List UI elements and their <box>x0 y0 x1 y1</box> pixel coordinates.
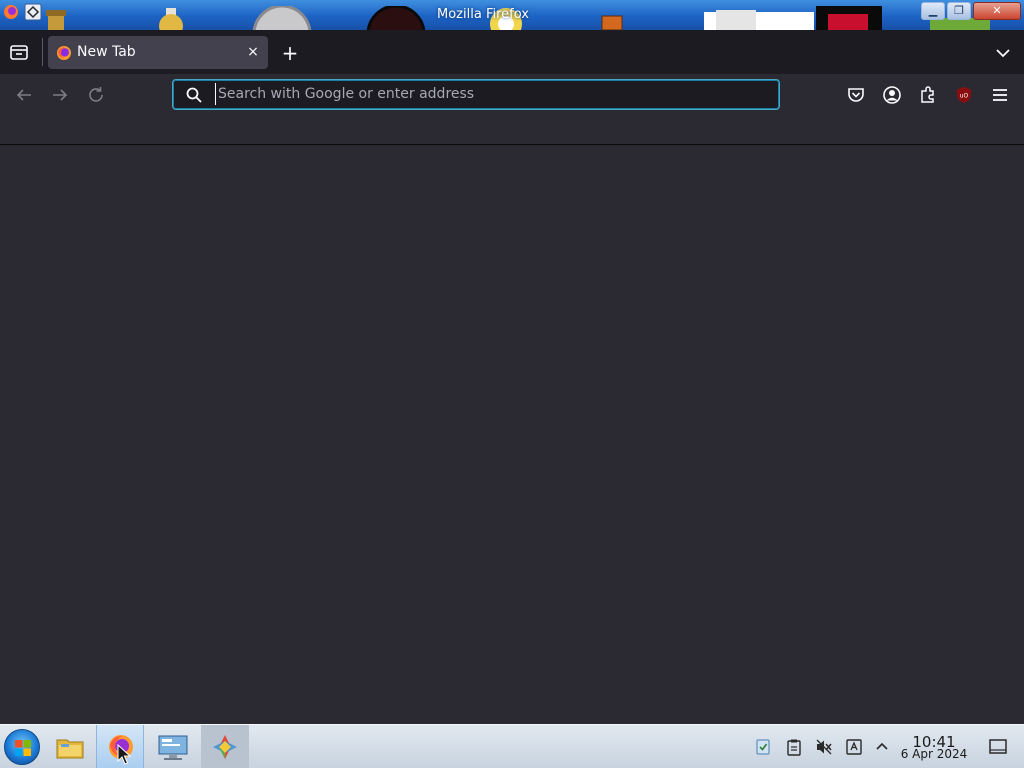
windows-logo-icon <box>15 740 31 756</box>
start-menu-button[interactable] <box>4 729 40 765</box>
tab-new-tab[interactable]: New Tab × <box>48 36 268 69</box>
show-desktop-icon[interactable] <box>988 738 1008 756</box>
bookmarks-toolbar <box>0 116 1024 145</box>
keyboard-layout-icon[interactable] <box>845 738 863 756</box>
clipboard-icon[interactable] <box>785 738 803 756</box>
minimize-button[interactable]: ▁ <box>921 2 945 20</box>
folder-icon <box>56 739 84 759</box>
firefox-view-icon[interactable] <box>8 42 30 62</box>
updates-tray-icon[interactable] <box>754 738 772 756</box>
new-tab-button[interactable]: + <box>279 42 301 64</box>
hamburger-menu-icon[interactable] <box>990 85 1010 105</box>
mouse-cursor-icon <box>117 744 131 765</box>
navigation-toolbar: uO <box>0 74 1024 116</box>
page-content[interactable] <box>0 145 1024 724</box>
clock-date[interactable]: 6 Apr 2024 <box>896 747 972 761</box>
tab-close-button[interactable]: × <box>244 43 262 61</box>
tab-separator <box>42 38 43 66</box>
back-arrow-icon[interactable] <box>13 84 35 106</box>
address-bar[interactable] <box>172 79 780 110</box>
volume-muted-icon[interactable] <box>815 738 833 756</box>
taskbar-app-launcher[interactable] <box>201 725 249 768</box>
window-title-bar[interactable]: Mozilla Firefox ▁ ❐ ✕ <box>0 0 1024 30</box>
firefox-favicon-icon <box>57 46 71 60</box>
address-input[interactable] <box>215 83 755 105</box>
tab-strip: New Tab × + <box>0 30 1024 74</box>
forward-arrow-icon[interactable] <box>49 84 71 106</box>
desktop: Mozilla Firefox ▁ ❐ ✕ New Tab × + Search… <box>0 0 1024 768</box>
ublock-origin-icon[interactable]: uO <box>954 85 974 105</box>
reload-icon[interactable] <box>85 84 107 106</box>
search-icon <box>186 87 202 103</box>
extensions-icon[interactable] <box>918 85 938 105</box>
taskbar-file-manager[interactable] <box>46 725 94 768</box>
tab-label: New Tab <box>77 44 136 60</box>
window-title: Mozilla Firefox <box>437 7 529 22</box>
close-window-button[interactable]: ✕ <box>973 2 1021 20</box>
taskbar-network-settings[interactable] <box>149 725 197 768</box>
chevron-down-icon[interactable] <box>992 43 1014 63</box>
app-launcher-icon <box>213 735 237 759</box>
chevron-up-icon[interactable] <box>873 738 891 756</box>
maximize-button[interactable]: ❐ <box>947 2 971 20</box>
taskbar <box>0 724 1024 768</box>
account-icon[interactable] <box>882 85 902 105</box>
svg-text:uO: uO <box>960 93 969 100</box>
network-monitor-icon <box>158 735 188 760</box>
pocket-icon[interactable] <box>846 85 866 105</box>
